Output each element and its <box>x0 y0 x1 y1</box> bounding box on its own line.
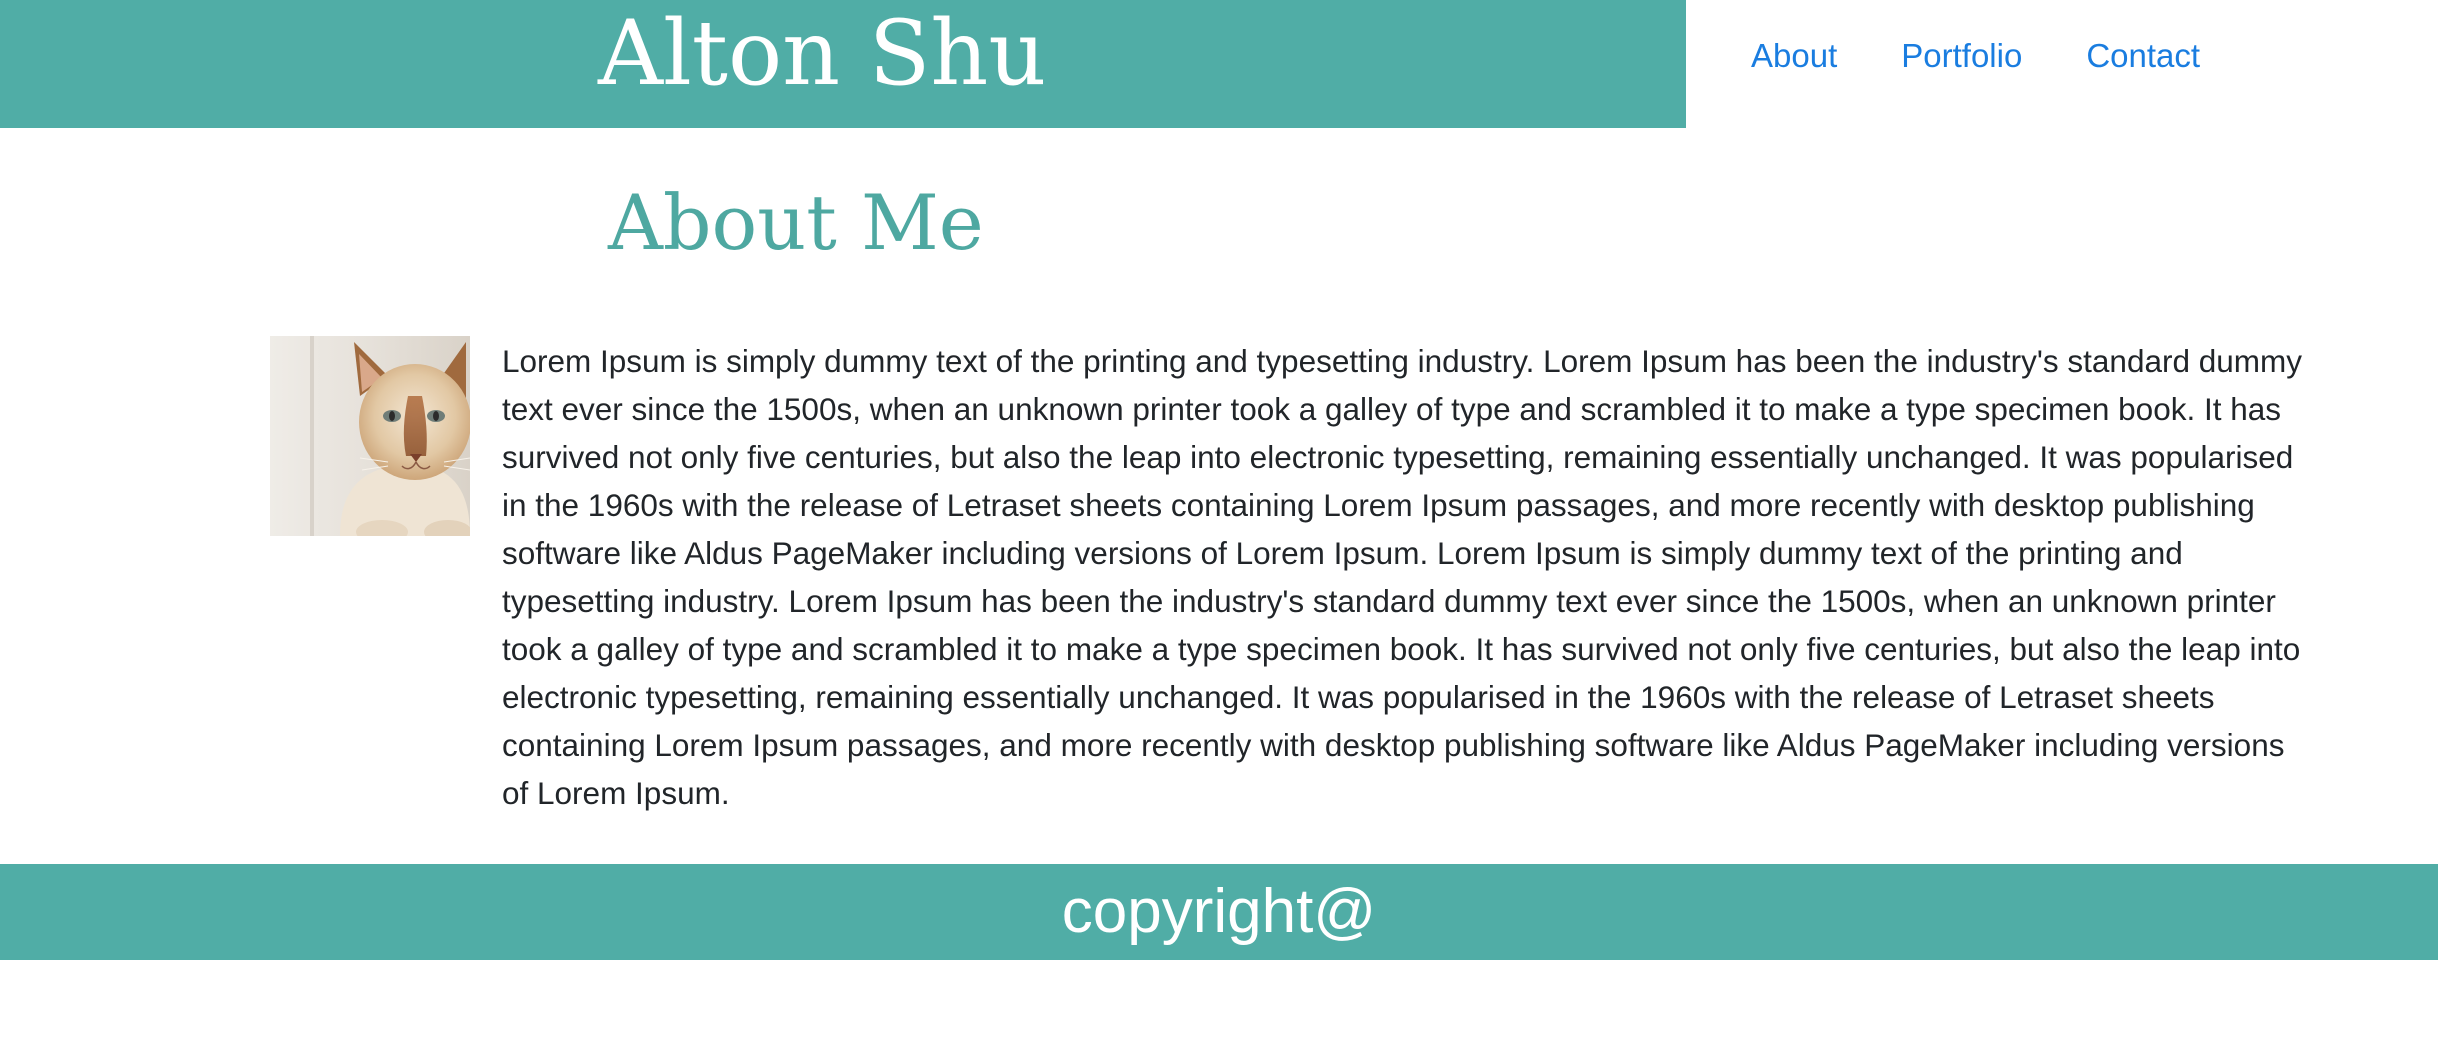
nav-link-contact[interactable]: Contact <box>2086 34 2200 78</box>
nav-link-about[interactable]: About <box>1751 34 1837 78</box>
site-footer: copyright@ <box>0 864 2438 960</box>
cat-photo <box>270 336 470 536</box>
main-nav: About Portfolio Contact <box>1751 34 2200 78</box>
bio-text: Lorem Ipsum is simply dummy text of the … <box>502 343 2303 811</box>
copyright-text: copyright@ <box>1061 877 1377 946</box>
site-title: Alton Shu <box>598 1 1047 106</box>
header-banner: Alton Shu <box>0 0 1686 128</box>
nav-link-portfolio[interactable]: Portfolio <box>1901 34 2022 78</box>
section-title: About Me <box>608 178 984 267</box>
